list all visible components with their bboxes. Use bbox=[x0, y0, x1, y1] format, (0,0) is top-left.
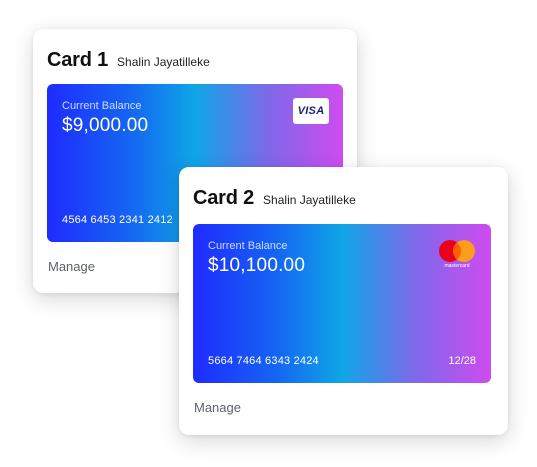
mastercard-circles-icon bbox=[439, 240, 475, 262]
balance-label: Current Balance bbox=[62, 100, 142, 112]
card-header: Card 2 Shalin Jayatilleke bbox=[193, 187, 356, 210]
card-title: Card 2 bbox=[193, 187, 255, 209]
mastercard-logo-icon: mastercard bbox=[438, 239, 476, 271]
balance-amount: $10,100.00 bbox=[208, 255, 306, 276]
balance-label: Current Balance bbox=[208, 240, 288, 252]
card-expiry: 12/28 bbox=[448, 355, 476, 367]
mastercard-wordmark: mastercard bbox=[444, 263, 470, 269]
credit-card[interactable]: Current Balance $10,100.00 mastercard 56… bbox=[193, 224, 491, 383]
visa-logo-icon: VISA bbox=[293, 98, 329, 124]
card-number: 5664 7464 6343 2424 bbox=[208, 355, 319, 367]
card-number: 4564 6453 2341 2412 bbox=[62, 214, 173, 226]
manage-button[interactable]: Manage bbox=[48, 259, 95, 274]
card-title: Card 1 bbox=[47, 49, 109, 71]
card-panel-2: Card 2 Shalin Jayatilleke Current Balanc… bbox=[179, 167, 508, 435]
card-holder-name: Shalin Jayatilleke bbox=[263, 193, 356, 207]
card-holder-name: Shalin Jayatilleke bbox=[117, 55, 210, 69]
balance-amount: $9,000.00 bbox=[62, 115, 149, 136]
card-header: Card 1 Shalin Jayatilleke bbox=[47, 49, 210, 72]
manage-button[interactable]: Manage bbox=[194, 400, 241, 415]
